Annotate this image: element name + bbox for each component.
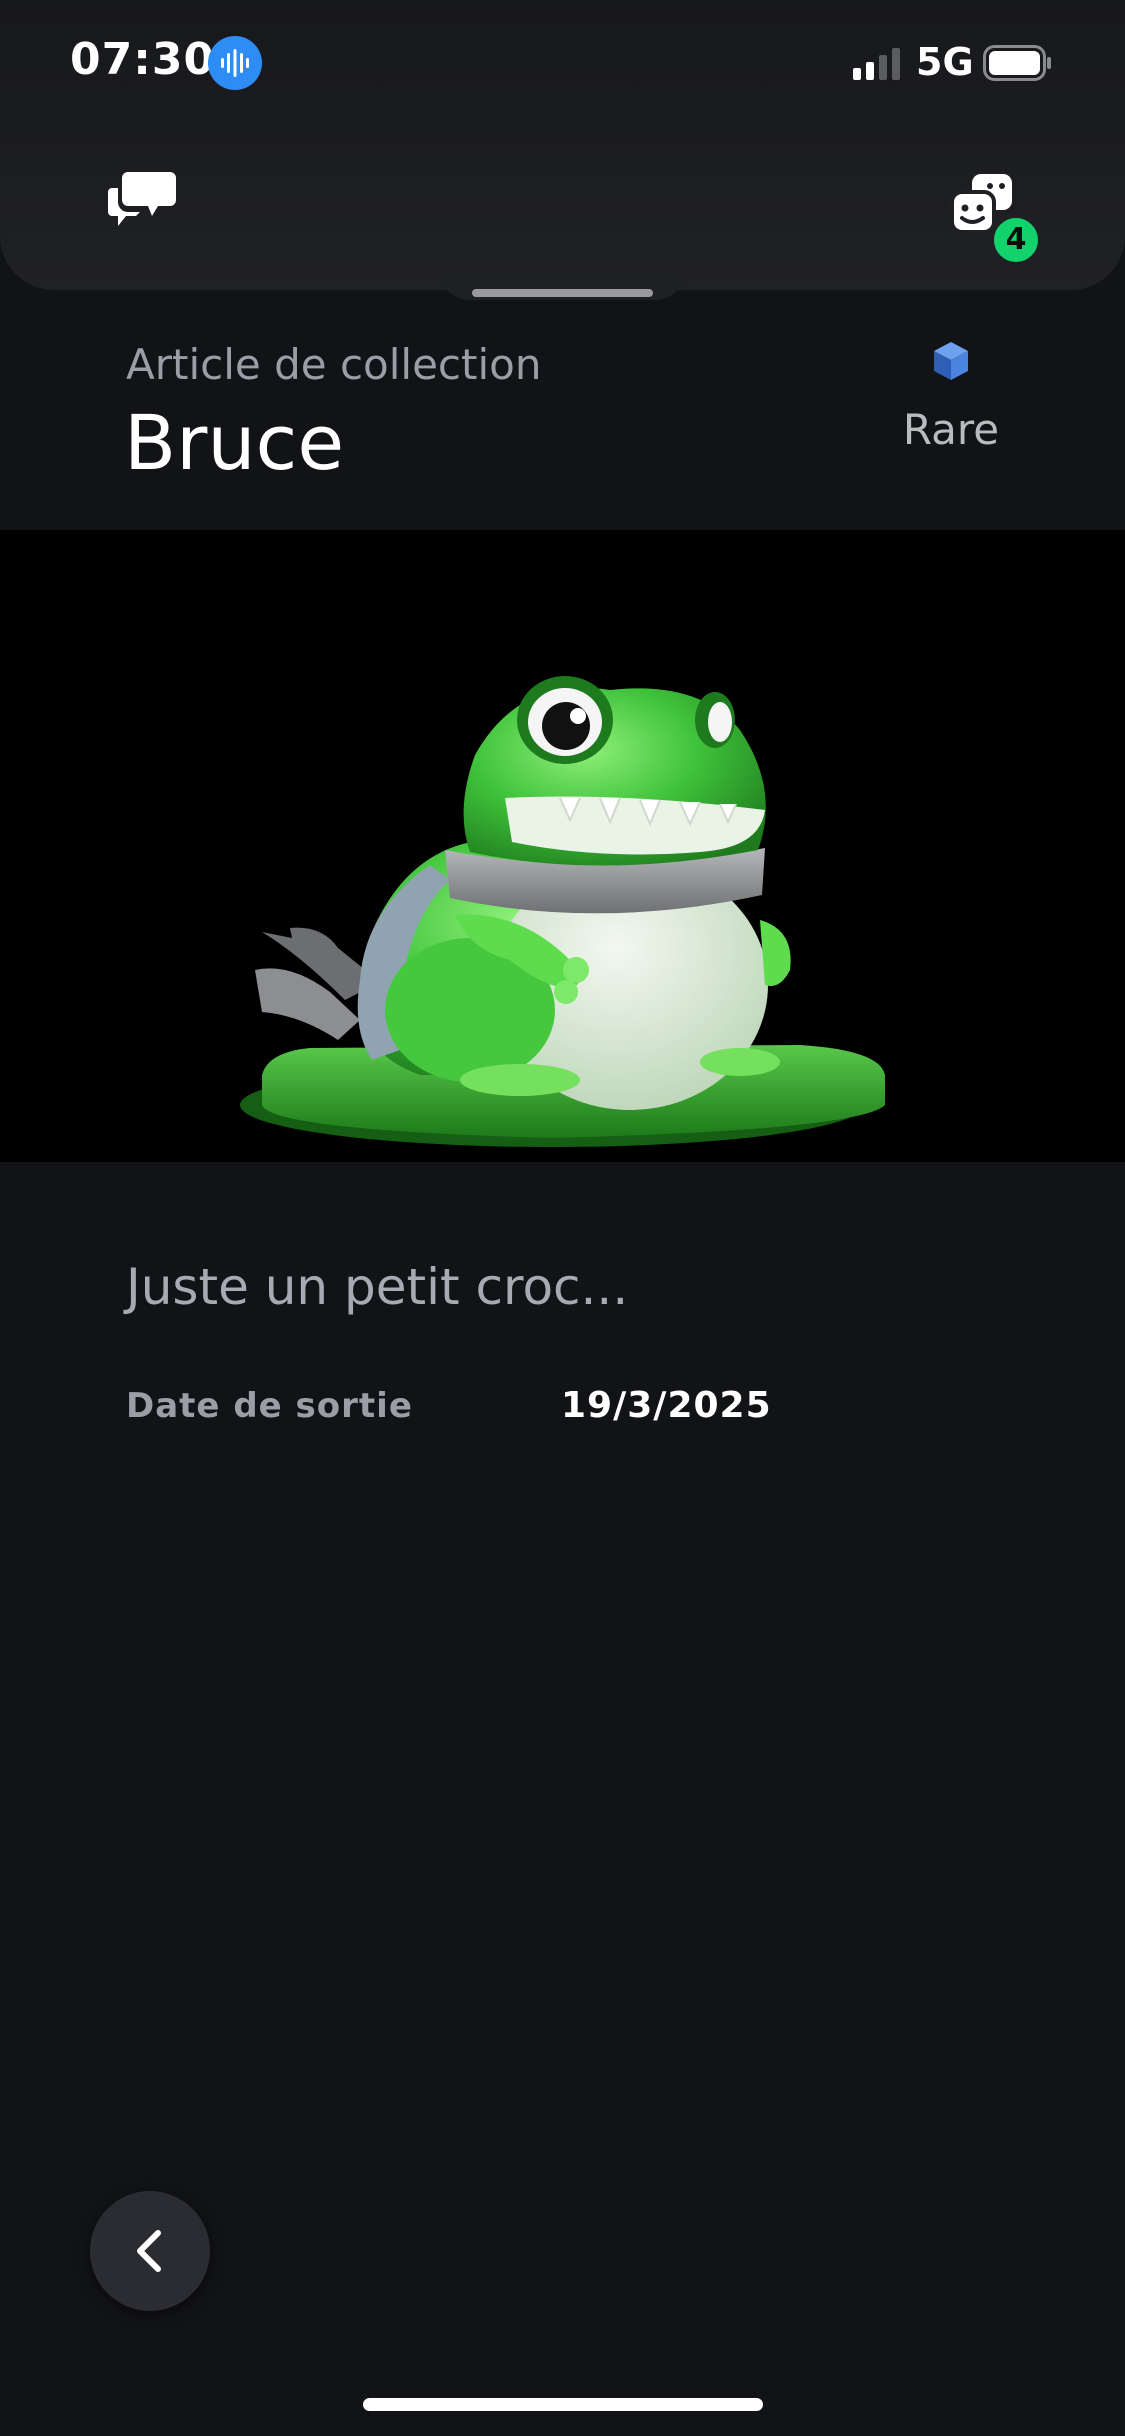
voice-assistant-icon (208, 36, 262, 90)
item-category-label: Article de collection (126, 340, 542, 389)
rarity-label: Rare (902, 405, 1000, 454)
drag-handle[interactable] (472, 289, 653, 297)
item-title: Bruce (124, 398, 345, 487)
chat-icon[interactable] (108, 170, 178, 230)
cube-icon (934, 342, 968, 380)
back-button[interactable] (90, 2191, 210, 2311)
release-date-value: 19/3/2025 (561, 1385, 772, 1426)
signal-icon (853, 48, 900, 80)
status-time: 07:30 (70, 34, 216, 85)
status-bar: 07:30 5G (0, 0, 1125, 130)
network-type: 5G (916, 40, 974, 84)
home-indicator[interactable] (363, 2398, 763, 2411)
chevron-left-icon (137, 2230, 161, 2272)
item-description: Juste un petit croc... (126, 1258, 629, 1316)
frog-figurine-image (0, 530, 1125, 1162)
battery-icon (983, 45, 1051, 81)
release-date-label: Date de sortie (126, 1386, 413, 1426)
friends-count-badge: 4 (990, 214, 1042, 266)
